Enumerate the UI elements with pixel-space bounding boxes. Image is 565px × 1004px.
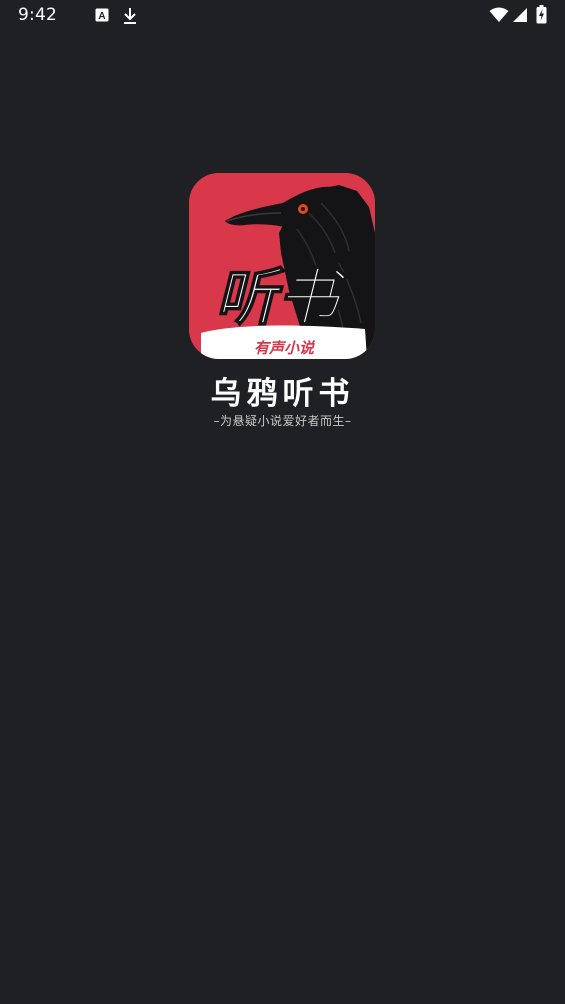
app-logo-title-text: 听书 xyxy=(215,261,348,334)
crow-icon: 有声小说 听书 xyxy=(189,173,375,359)
splash-screen: 有声小说 听书 乌鸦听书 –为悬疑小说爱好者而生– xyxy=(0,0,565,1004)
app-logo-ribbon-text: 有声小说 xyxy=(254,339,316,357)
app-logo: 有声小说 听书 xyxy=(189,173,375,359)
app-slogan: –为悬疑小说爱好者而生– xyxy=(213,414,352,428)
app-name: 乌鸦听书 xyxy=(210,376,355,412)
